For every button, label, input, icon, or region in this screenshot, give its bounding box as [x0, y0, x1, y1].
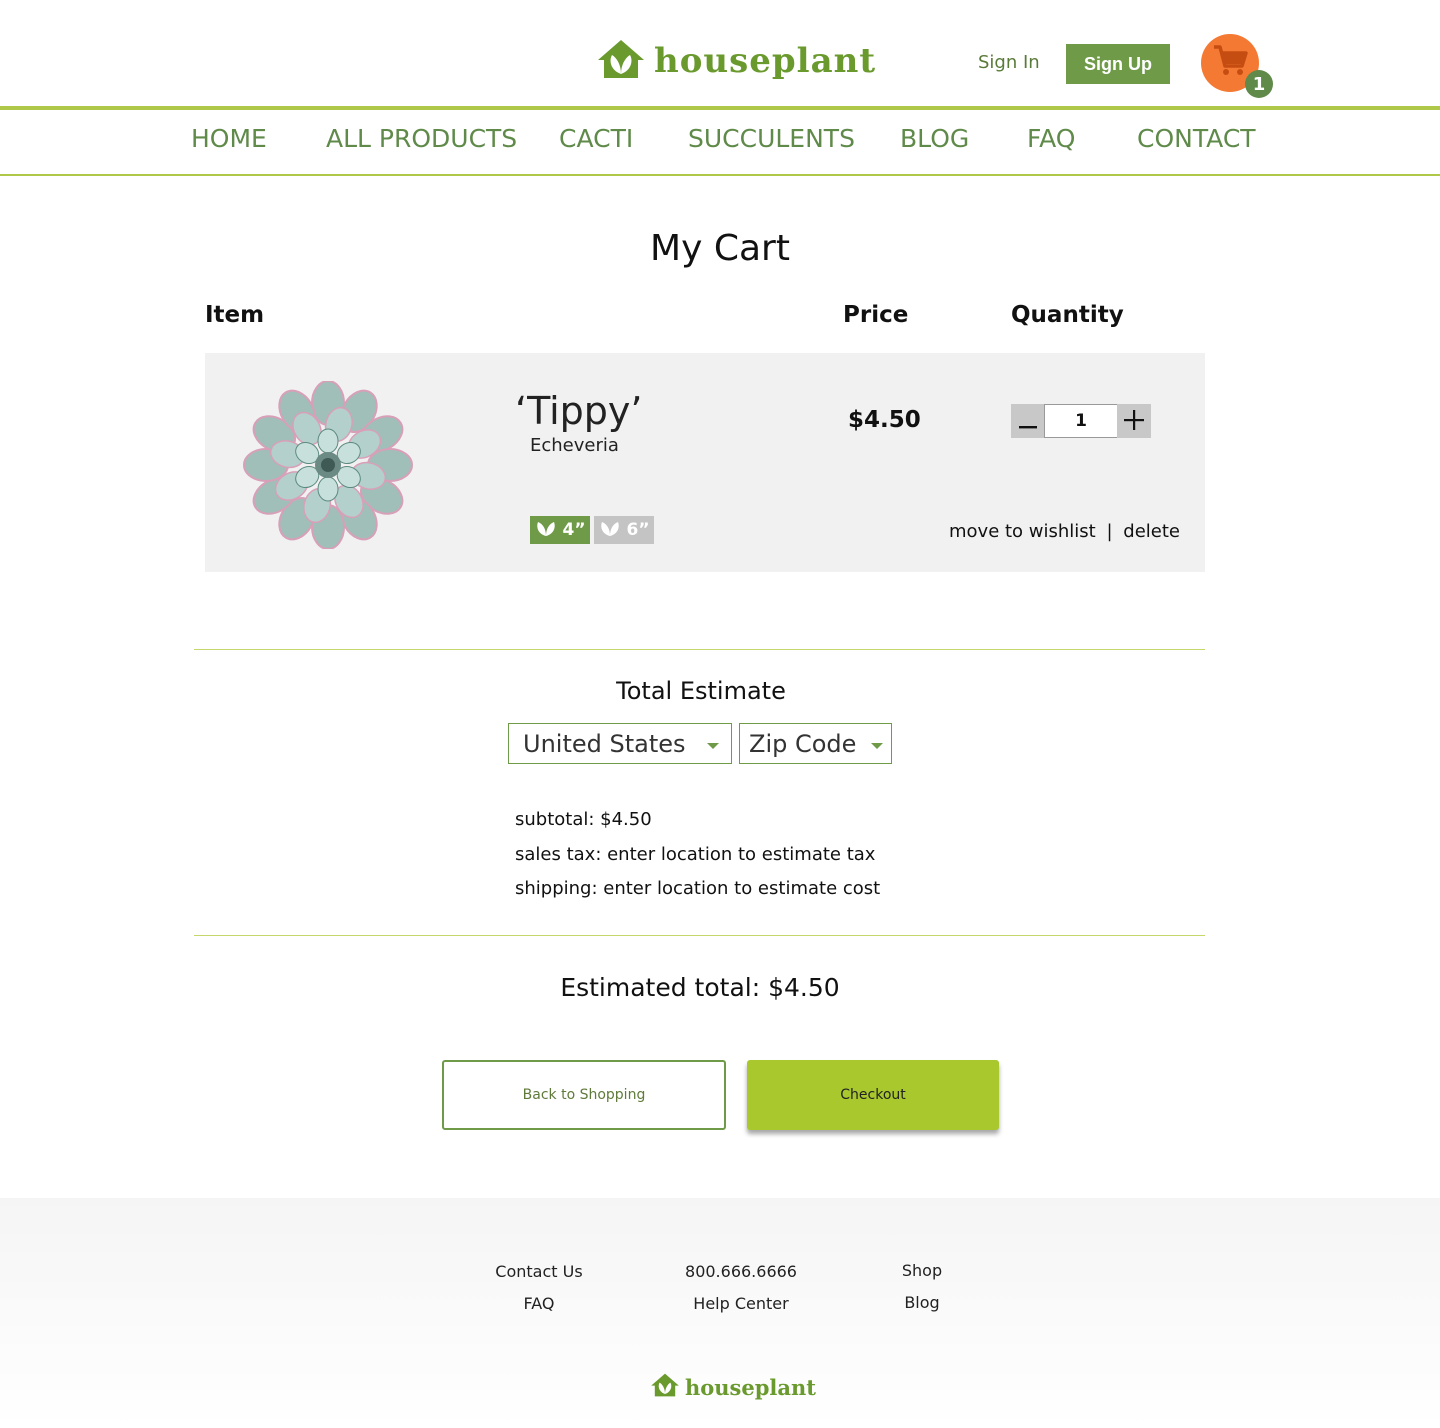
country-select[interactable]: United States [508, 723, 732, 764]
caret-down-icon [871, 743, 883, 749]
sales-tax-line: sales tax: enter location to estimate ta… [515, 844, 876, 865]
nav-item-succulents[interactable]: SUCCULENTS [688, 124, 855, 153]
plus-icon [1124, 405, 1144, 437]
actions-separator: | [1106, 521, 1113, 542]
footer-logo[interactable]: houseplant [650, 1372, 816, 1402]
delete-link[interactable]: delete [1123, 521, 1180, 542]
house-leaf-icon [596, 38, 646, 84]
cart-item-row: ‘Tippy’ Echeveria 4” 6” $4.50 move to wi… [205, 353, 1205, 572]
nav-item-contact[interactable]: CONTACT [1137, 124, 1256, 153]
estimated-total: Estimated total: $4.50 [560, 973, 840, 1002]
cart-count-badge: 1 [1245, 70, 1273, 98]
main-nav: HOME ALL PRODUCTS CACTI SUCCULENTS BLOG … [0, 110, 1440, 176]
house-leaf-icon [650, 1372, 680, 1402]
site-footer: Contact Us FAQ 800.666.6666 Help Center … [0, 1198, 1440, 1428]
size-label: 6” [626, 520, 650, 540]
back-to-shopping-button[interactable]: Back to Shopping [442, 1060, 726, 1130]
quantity-increase-button[interactable] [1117, 404, 1151, 438]
subtotal-line: subtotal: $4.50 [515, 809, 652, 830]
total-estimate-title: Total Estimate [616, 677, 786, 705]
column-header-quantity: Quantity [1011, 302, 1124, 328]
item-actions: move to wishlist | delete [949, 521, 1180, 542]
leaf-icon [598, 519, 622, 542]
site-header: houseplant Sign In Sign Up 1 [0, 0, 1440, 110]
shopping-cart-icon [1212, 44, 1248, 82]
minus-icon [1019, 405, 1037, 437]
site-logo[interactable]: houseplant [596, 38, 876, 84]
nav-item-blog[interactable]: BLOG [900, 124, 969, 153]
footer-link-faq[interactable]: FAQ [524, 1294, 555, 1313]
footer-brand-name: houseplant [685, 1374, 816, 1400]
zip-code-select[interactable]: Zip Code [739, 723, 892, 764]
section-divider [194, 649, 1205, 650]
sign-up-button[interactable]: Sign Up [1066, 44, 1170, 84]
sign-in-link[interactable]: Sign In [978, 52, 1040, 73]
footer-phone[interactable]: 800.666.6666 [685, 1262, 797, 1281]
column-header-item: Item [205, 302, 265, 328]
footer-link-help-center[interactable]: Help Center [693, 1294, 788, 1313]
nav-item-faq[interactable]: FAQ [1027, 124, 1075, 153]
zip-code-value: Zip Code [749, 729, 857, 758]
caret-down-icon [707, 743, 719, 749]
nav-item-cacti[interactable]: CACTI [559, 124, 633, 153]
shipping-line: shipping: enter location to estimate cos… [515, 878, 881, 899]
brand-name: houseplant [654, 41, 877, 81]
footer-link-blog[interactable]: Blog [904, 1293, 939, 1312]
move-to-wishlist-link[interactable]: move to wishlist [949, 521, 1096, 542]
footer-link-shop[interactable]: Shop [902, 1261, 942, 1280]
footer-link-contact-us[interactable]: Contact Us [495, 1262, 582, 1281]
quantity-decrease-button[interactable] [1011, 404, 1045, 438]
size-label: 4” [562, 520, 586, 540]
country-value: United States [523, 729, 686, 758]
quantity-input[interactable] [1044, 404, 1118, 438]
size-option-4in[interactable]: 4” [530, 516, 590, 544]
page-title: My Cart [650, 228, 790, 269]
product-name[interactable]: ‘Tippy’ [515, 389, 643, 433]
product-type: Echeveria [530, 435, 619, 456]
product-image[interactable] [239, 380, 417, 550]
leaf-icon [534, 519, 558, 542]
column-header-price: Price [843, 302, 909, 328]
item-price: $4.50 [848, 407, 921, 433]
section-divider [194, 935, 1205, 936]
nav-item-all-products[interactable]: ALL PRODUCTS [326, 124, 517, 153]
size-option-6in[interactable]: 6” [594, 516, 654, 544]
nav-item-home[interactable]: HOME [191, 124, 267, 153]
checkout-button[interactable]: Checkout [747, 1060, 999, 1130]
